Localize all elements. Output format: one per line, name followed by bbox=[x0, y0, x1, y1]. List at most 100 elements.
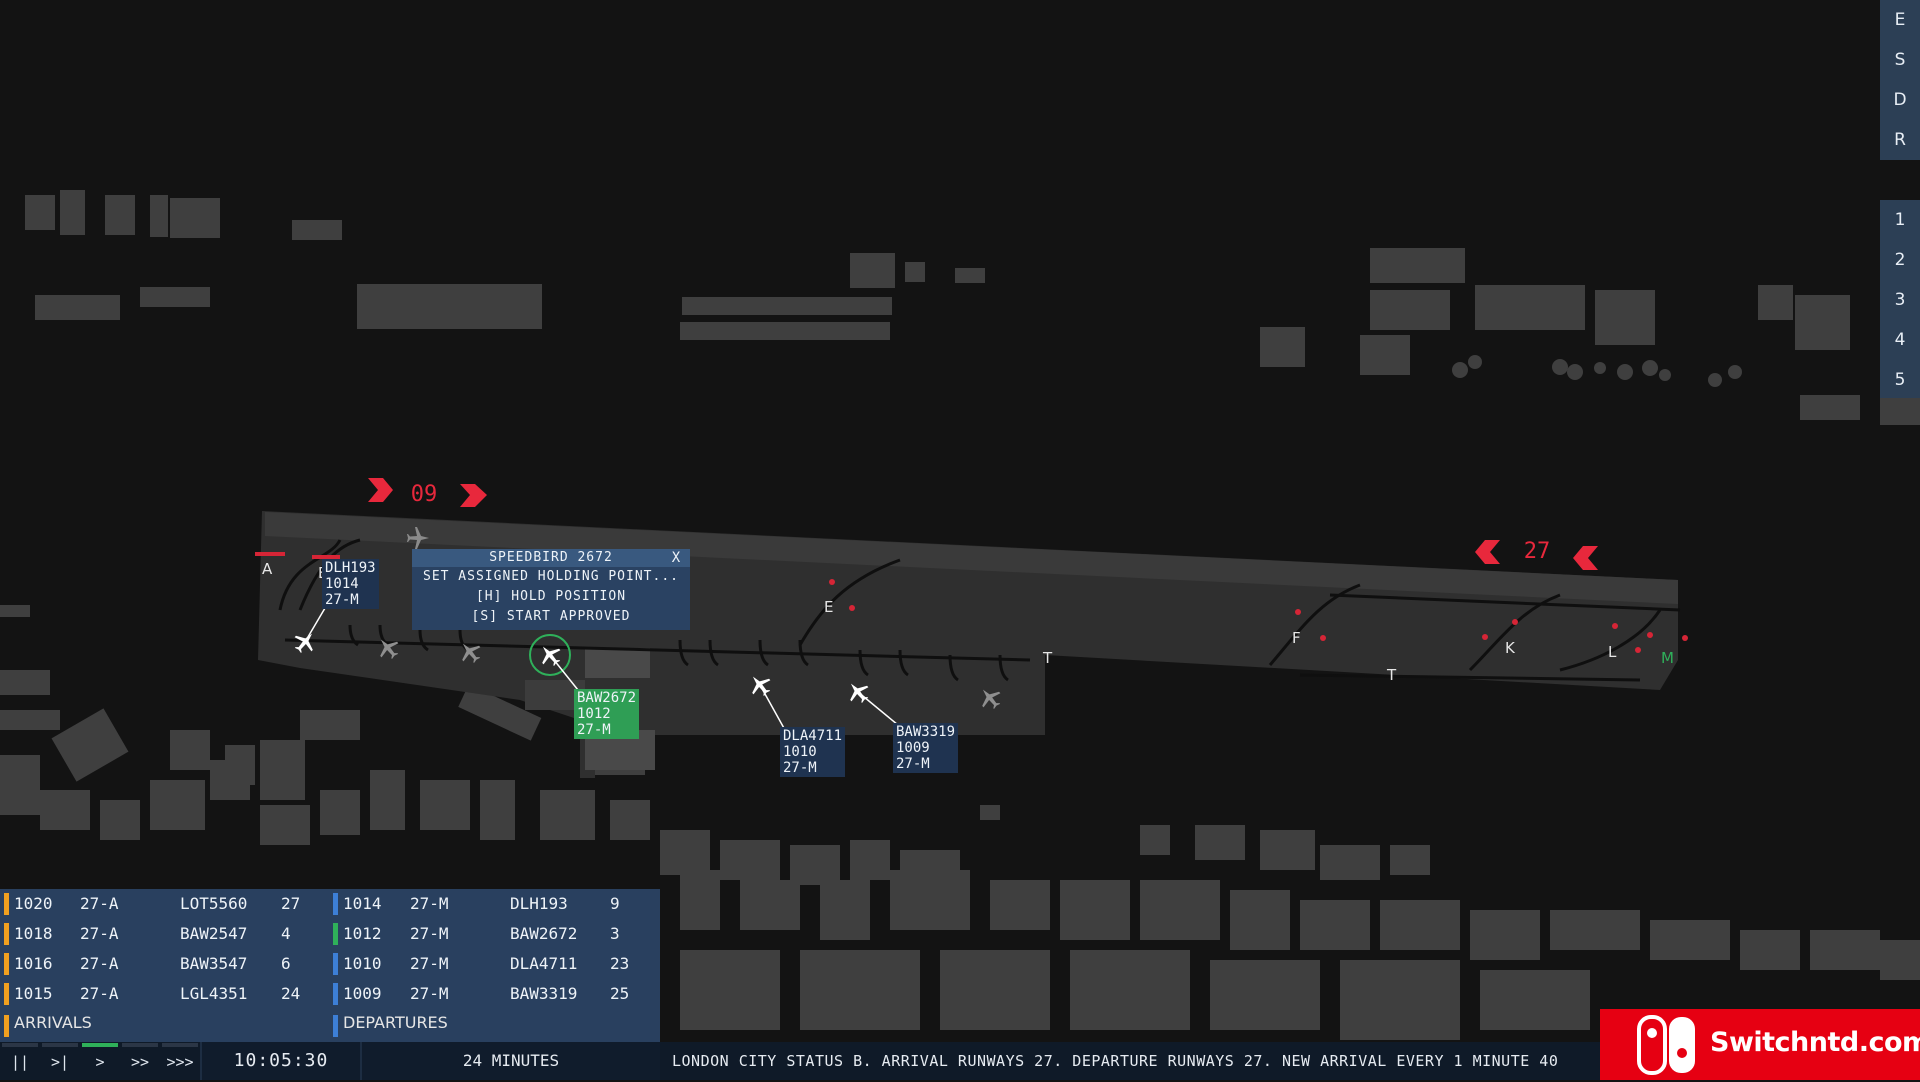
strip-time: 1009 bbox=[343, 984, 382, 1003]
tag-callsign: DLH193 bbox=[325, 560, 376, 576]
strip-count: 3 bbox=[610, 924, 620, 943]
strip-runway: 27-A bbox=[80, 894, 119, 913]
strip-count: 24 bbox=[281, 984, 301, 1003]
taxiway-label: F bbox=[1292, 629, 1301, 647]
speed-indicator bbox=[2, 1043, 38, 1047]
menu-item-set-holding-point[interactable]: SET ASSIGNED HOLDING POINT... bbox=[412, 567, 690, 587]
number-button-5[interactable]: 5 bbox=[1880, 360, 1920, 400]
arrival-strip[interactable]: 1016 27-A BAW3547 6 bbox=[0, 951, 328, 977]
taxiway-label: M bbox=[1661, 649, 1674, 667]
strip-color-bar bbox=[333, 923, 338, 945]
watermark-text: Switchntd.com bbox=[1710, 1027, 1920, 1058]
tag-runway: 27-M bbox=[577, 722, 611, 738]
tool-button-e[interactable]: E bbox=[1880, 0, 1920, 40]
speed-indicator bbox=[162, 1043, 198, 1047]
strip-callsign: DLH193 bbox=[510, 894, 568, 913]
tag-runway: 27-M bbox=[325, 592, 359, 608]
strip-time: 1014 bbox=[343, 894, 382, 913]
strip-color-bar bbox=[333, 893, 338, 915]
strip-runway: 27-A bbox=[80, 924, 119, 943]
number-panel: 1 2 3 4 5 bbox=[1880, 200, 1920, 398]
tag-time: 1014 bbox=[325, 576, 359, 592]
tool-button-s[interactable]: S bbox=[1880, 40, 1920, 80]
strip-count: 23 bbox=[610, 954, 630, 973]
play-speed-2-button[interactable]: >> bbox=[120, 1042, 160, 1080]
strip-time: 1020 bbox=[14, 894, 53, 913]
menu-item-hold-position[interactable]: [H] HOLD POSITION bbox=[412, 587, 690, 607]
strip-count: 25 bbox=[610, 984, 630, 1003]
strip-runway: 27-M bbox=[410, 924, 449, 943]
runway-27-label: 27 bbox=[1524, 539, 1551, 564]
close-button[interactable]: X bbox=[662, 549, 690, 567]
arrival-strip[interactable]: 1020 27-A LOT5560 27 bbox=[0, 891, 328, 917]
tag-time: 1009 bbox=[896, 740, 930, 756]
departure-strip[interactable]: 1012 27-M BAW2672 3 bbox=[330, 921, 660, 947]
flight-strips-panel: 1020 27-A LOT5560 27 1018 27-A BAW2547 4… bbox=[0, 889, 660, 1042]
aircraft-tag-baw2672[interactable]: BAW2672 1012 27-M bbox=[574, 689, 640, 739]
tool-panel: E S D R bbox=[1880, 0, 1920, 160]
strip-callsign: BAW2672 bbox=[510, 924, 578, 943]
number-button-1[interactable]: 1 bbox=[1880, 200, 1920, 240]
tool-button-d[interactable]: D bbox=[1880, 80, 1920, 120]
strip-callsign: BAW3319 bbox=[510, 984, 578, 1003]
departure-strip[interactable]: 1014 27-M DLH193 9 bbox=[330, 891, 660, 917]
strip-time: 1012 bbox=[343, 924, 382, 943]
aircraft-tag-dlh193[interactable]: DLH193 1014 27-M bbox=[322, 559, 379, 609]
aircraft-tag-dla4711[interactable]: DLA4711 1010 27-M bbox=[780, 727, 846, 777]
arrivals-title-bar bbox=[4, 1015, 9, 1037]
taxiway-label: L bbox=[1608, 643, 1617, 661]
strip-callsign: DLA4711 bbox=[510, 954, 578, 973]
pause-icon: || bbox=[10, 1053, 30, 1071]
game-clock: 10:05:30 bbox=[200, 1042, 360, 1080]
strip-count: 4 bbox=[281, 924, 291, 943]
departures-title: DEPARTURES bbox=[343, 1013, 448, 1032]
strip-count: 27 bbox=[281, 894, 301, 913]
departure-strip[interactable]: 1010 27-M DLA4711 23 bbox=[330, 951, 660, 977]
strip-callsign: LGL4351 bbox=[180, 984, 248, 1003]
arrival-strip[interactable]: 1018 27-A BAW2547 4 bbox=[0, 921, 328, 947]
strip-time: 1018 bbox=[14, 924, 53, 943]
pause-button[interactable]: || bbox=[0, 1042, 40, 1080]
fastest-forward-icon: >>> bbox=[166, 1053, 194, 1071]
strip-time: 1016 bbox=[14, 954, 53, 973]
play-speed-1-button[interactable]: > bbox=[80, 1042, 120, 1080]
speed-indicator bbox=[122, 1043, 158, 1047]
taxiway-label: K bbox=[1505, 639, 1516, 657]
switch-logo-icon bbox=[1637, 1015, 1695, 1075]
strip-runway: 27-A bbox=[80, 954, 119, 973]
status-ticker: LONDON CITY STATUS B. ARRIVAL RUNWAYS 27… bbox=[672, 1052, 1559, 1070]
switch-watermark-logo: Switchntd.com bbox=[1600, 1009, 1920, 1080]
play-speed-3-button[interactable]: >>> bbox=[160, 1042, 200, 1080]
number-button-2[interactable]: 2 bbox=[1880, 240, 1920, 280]
aircraft-tag-baw3319[interactable]: BAW3319 1009 27-M bbox=[893, 723, 959, 773]
arrivals-title: ARRIVALS bbox=[14, 1013, 92, 1032]
tag-time: 1012 bbox=[577, 706, 611, 722]
tag-callsign: BAW3319 bbox=[896, 724, 956, 740]
strip-color-bar bbox=[4, 923, 9, 945]
number-button-4[interactable]: 4 bbox=[1880, 320, 1920, 360]
menu-item-start-approved[interactable]: [S] START APPROVED bbox=[412, 607, 690, 627]
tag-runway: 27-M bbox=[783, 760, 817, 776]
step-button[interactable]: >| bbox=[40, 1042, 80, 1080]
strip-runway: 27-M bbox=[410, 954, 449, 973]
strip-color-bar bbox=[4, 893, 9, 915]
elapsed-time: 24 MINUTES bbox=[360, 1042, 660, 1080]
strip-runway: 27-M bbox=[410, 984, 449, 1003]
departure-strip[interactable]: 1009 27-M BAW3319 25 bbox=[330, 981, 660, 1007]
tool-button-r[interactable]: R bbox=[1880, 120, 1920, 160]
number-button-3[interactable]: 3 bbox=[1880, 280, 1920, 320]
taxiway-label: E bbox=[824, 598, 833, 616]
arrival-strip[interactable]: 1015 27-A LGL4351 24 bbox=[0, 981, 328, 1007]
tag-time: 1010 bbox=[783, 744, 817, 760]
strip-callsign: LOT5560 bbox=[180, 894, 248, 913]
fast-forward-icon: >> bbox=[130, 1053, 150, 1071]
strip-color-bar bbox=[333, 953, 338, 975]
strip-count: 6 bbox=[281, 954, 291, 973]
menu-title: SPEEDBIRD 2672 bbox=[412, 549, 690, 567]
strip-color-bar bbox=[4, 953, 9, 975]
taxiway-label: T bbox=[1042, 649, 1053, 667]
tag-runway: 27-M bbox=[896, 756, 930, 772]
strip-callsign: BAW2547 bbox=[180, 924, 248, 943]
strip-time: 1010 bbox=[343, 954, 382, 973]
departures-title-bar bbox=[333, 1015, 338, 1037]
